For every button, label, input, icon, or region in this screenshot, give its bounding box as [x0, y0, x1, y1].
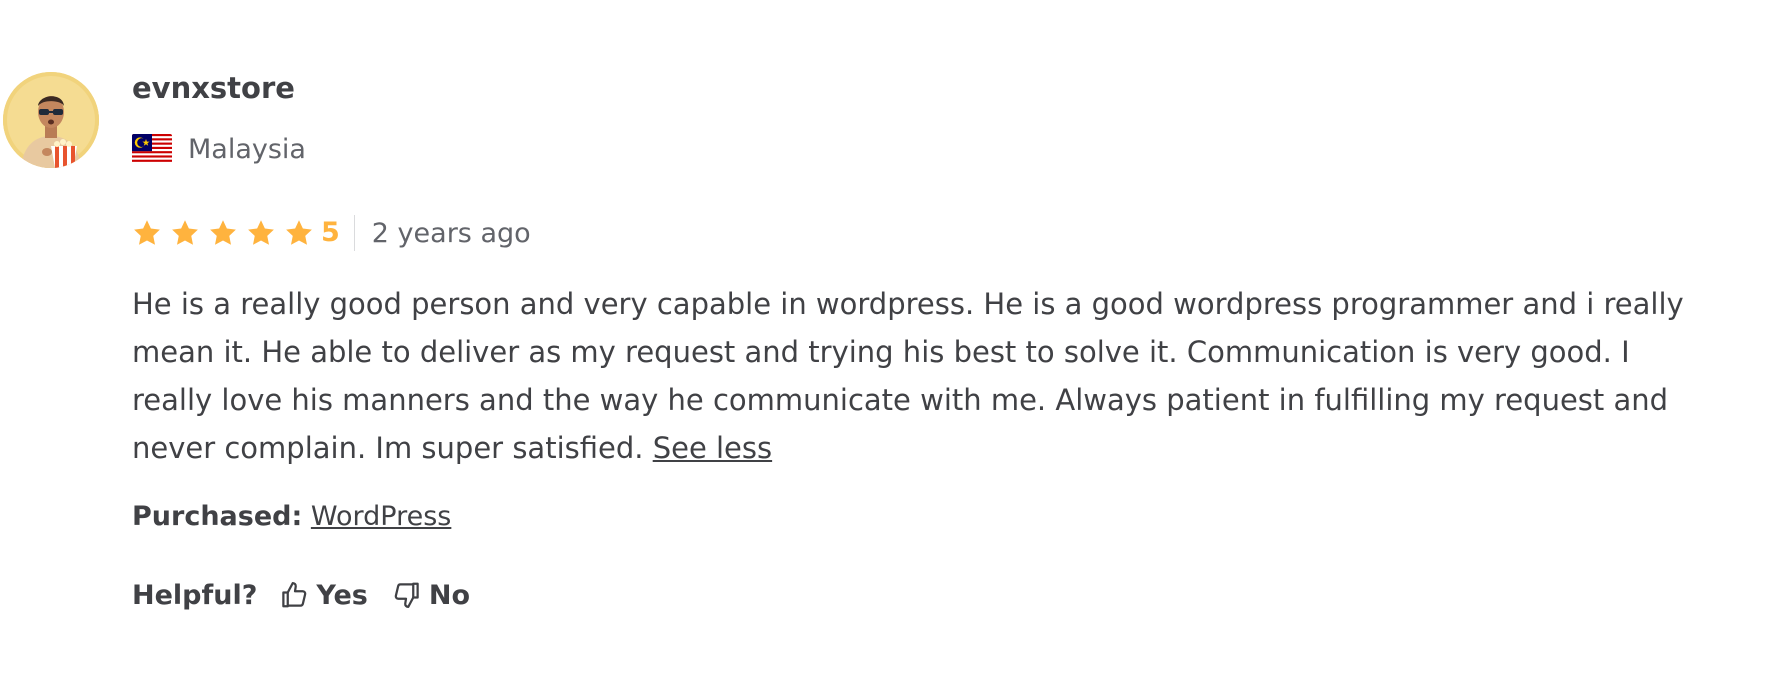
rating-divider [353, 215, 355, 251]
helpful-no-button[interactable]: No [392, 580, 470, 611]
review-body: He is a really good person and very capa… [132, 287, 1684, 465]
helpful-label: Helpful? [132, 579, 258, 611]
thumbs-up-icon [282, 582, 307, 608]
rating-value: 5 [321, 217, 340, 248]
see-less-link[interactable]: See less [653, 431, 772, 465]
avatar-image [3, 72, 99, 168]
reviewer-username[interactable]: evnxstore [132, 71, 295, 105]
country-name: Malaysia [188, 133, 306, 165]
helpful-yes-button[interactable]: Yes [279, 579, 368, 611]
star-icon [134, 220, 160, 245]
helpful-yes-label: Yes [316, 579, 368, 611]
review-text: He is a really good person and very capa… [132, 280, 1692, 472]
star-rating [132, 218, 314, 248]
rating-row: 5 2 years ago [132, 213, 531, 253]
purchased-row: Purchased: WordPress [132, 497, 451, 537]
purchased-item-link[interactable]: WordPress [311, 501, 451, 532]
star-icon [172, 220, 198, 245]
star-icon [210, 220, 236, 245]
review-card: evnxstore Malaysia 5 2 years ago He is a… [0, 0, 1786, 678]
avatar[interactable] [3, 72, 99, 168]
review-time: 2 years ago [371, 217, 531, 249]
reviewer-country: Malaysia [132, 133, 306, 165]
helpful-no-label: No [428, 579, 471, 611]
malaysia-flag-icon [132, 134, 172, 164]
purchased-label: Purchased: [132, 501, 303, 532]
helpful-row: Helpful? Yes No [132, 575, 494, 615]
star-icon [286, 220, 312, 245]
star-icon [248, 220, 274, 245]
thumbs-down-icon [394, 582, 419, 608]
